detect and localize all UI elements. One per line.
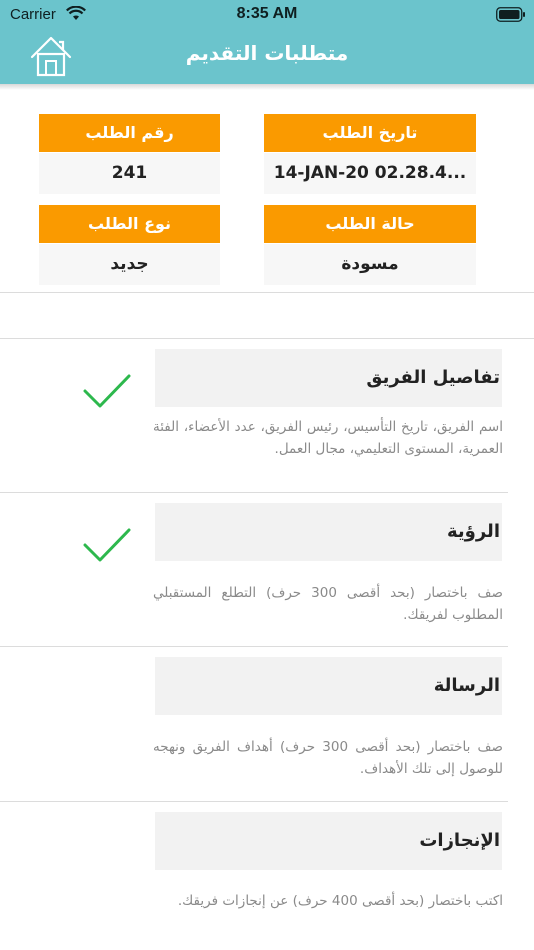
nav-bar: متطلبات التقديم (0, 30, 534, 84)
section-description: صف باختصار (بحد أقصى 300 حرف) التطلع الم… (153, 585, 503, 623)
section-title: تفاصيل الفريق (155, 349, 502, 407)
status-time: 8:35 AM (236, 5, 298, 22)
section-title: الرسالة (155, 657, 502, 715)
request-status-value: مسودة (264, 244, 476, 285)
home-button[interactable] (29, 35, 73, 77)
section-title: الإنجازات (155, 812, 502, 870)
divider (0, 646, 508, 647)
page-title: متطلبات التقديم (185, 41, 349, 65)
section-description: اسم الفريق، تاريخ التأسيس، رئيس الفريق، … (153, 419, 503, 457)
request-type-label: نوع الطلب (39, 205, 220, 243)
checkmark-icon (83, 374, 131, 408)
request-number-label: رقم الطلب (39, 114, 220, 152)
request-type-value: جديد (39, 244, 220, 285)
section-description: صف باختصار (بحد أقصى 300 حرف) أهداف الفر… (153, 739, 503, 777)
request-number-value: 241 (39, 153, 220, 194)
status-bar: Carrier 8:35 AM (0, 0, 534, 30)
section-description: اكتب باختصار (بحد أقصى 400 حرف) عن إنجاز… (177, 893, 503, 909)
divider (0, 492, 508, 493)
divider (0, 292, 534, 293)
checkmark-icon (83, 528, 131, 562)
request-status-label: حالة الطلب (264, 205, 476, 243)
request-date-label: تاريخ الطلب (264, 114, 476, 152)
divider (0, 338, 534, 339)
battery-icon (496, 7, 525, 22)
request-date-value: 14-JAN-20 02.28.4... (264, 153, 476, 194)
divider (0, 801, 508, 802)
nav-shadow (0, 84, 534, 90)
section-title: الرؤية (155, 503, 502, 561)
home-icon (30, 36, 72, 77)
